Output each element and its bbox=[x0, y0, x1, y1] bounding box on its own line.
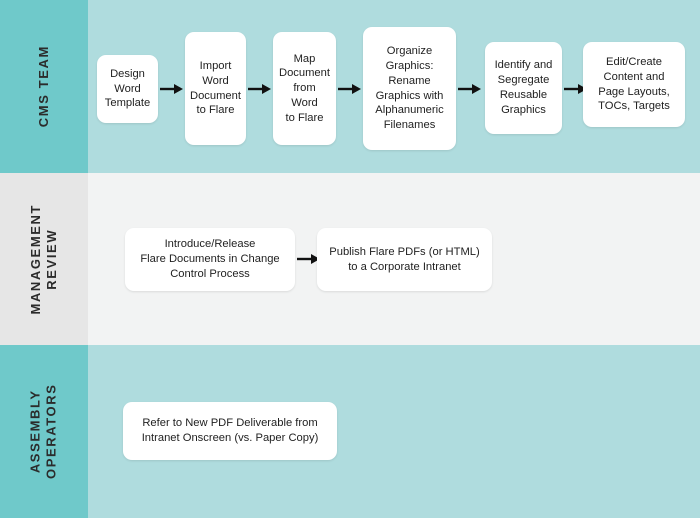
node-label: Publish Flare PDFs (or HTML) to a Corpor… bbox=[329, 245, 480, 273]
lane-title-cms-team: CMS TEAM bbox=[35, 45, 51, 128]
lane-title-management-review: MANAGEMENT REVIEW bbox=[27, 203, 60, 315]
swimlane-assembly-operators: ASSEMBLY OPERATORS Refer to New PDF Deli… bbox=[0, 345, 700, 518]
process-node-import-word-to-flare[interactable]: Import Word Document to Flare bbox=[185, 32, 246, 145]
lane-body-management-review: Introduce/Release Flare Documents in Cha… bbox=[88, 173, 700, 345]
lane-title-assembly-operators: ASSEMBLY OPERATORS bbox=[27, 383, 60, 480]
lane-header-management-review: MANAGEMENT REVIEW bbox=[0, 173, 88, 345]
process-node-publish-flare-pdfs[interactable]: Publish Flare PDFs (or HTML) to a Corpor… bbox=[317, 228, 492, 291]
process-node-refer-to-new-pdf[interactable]: Refer to New PDF Deliverable from Intran… bbox=[123, 402, 337, 460]
node-label: Refer to New PDF Deliverable from Intran… bbox=[141, 417, 319, 444]
node-label: Design Word Template bbox=[104, 67, 151, 110]
lane-header-cms-team: CMS TEAM bbox=[0, 0, 88, 173]
node-label: Organize Graphics: Rename Graphics with … bbox=[375, 45, 444, 132]
swimlane-cms-team: CMS TEAM Design Word Template Import Wor… bbox=[0, 0, 700, 173]
process-node-introduce-release[interactable]: Introduce/Release Flare Documents in Cha… bbox=[125, 228, 295, 291]
process-node-design-word-template[interactable]: Design Word Template bbox=[97, 55, 158, 123]
arrow-icon bbox=[458, 82, 482, 96]
arrow-icon bbox=[160, 82, 184, 96]
lane-header-assembly-operators: ASSEMBLY OPERATORS bbox=[0, 345, 88, 518]
arrow-icon bbox=[248, 82, 272, 96]
process-node-organize-graphics[interactable]: Organize Graphics: Rename Graphics with … bbox=[363, 27, 456, 150]
lane-body-assembly-operators: Refer to New PDF Deliverable from Intran… bbox=[88, 345, 700, 518]
node-label: Map Document from Word to Flare bbox=[279, 52, 330, 124]
node-label: Import Word Document to Flare bbox=[190, 59, 241, 117]
swimlane-management-review: MANAGEMENT REVIEW Introduce/Release Flar… bbox=[0, 173, 700, 345]
arrow-icon bbox=[338, 82, 362, 96]
process-node-map-document[interactable]: Map Document from Word to Flare bbox=[273, 32, 336, 145]
node-label: Edit/Create Content and Page Layouts, TO… bbox=[598, 55, 670, 113]
lane-body-cms-team: Design Word Template Import Word Documen… bbox=[88, 0, 700, 173]
process-node-edit-create-content[interactable]: Edit/Create Content and Page Layouts, TO… bbox=[583, 42, 685, 127]
node-label: Introduce/Release Flare Documents in Cha… bbox=[140, 238, 280, 280]
swimlane-diagram: CMS TEAM Design Word Template Import Wor… bbox=[0, 0, 700, 518]
node-label: Identify and Segregate Reusable Graphics bbox=[494, 59, 553, 116]
process-node-identify-reusable[interactable]: Identify and Segregate Reusable Graphics bbox=[485, 42, 562, 134]
